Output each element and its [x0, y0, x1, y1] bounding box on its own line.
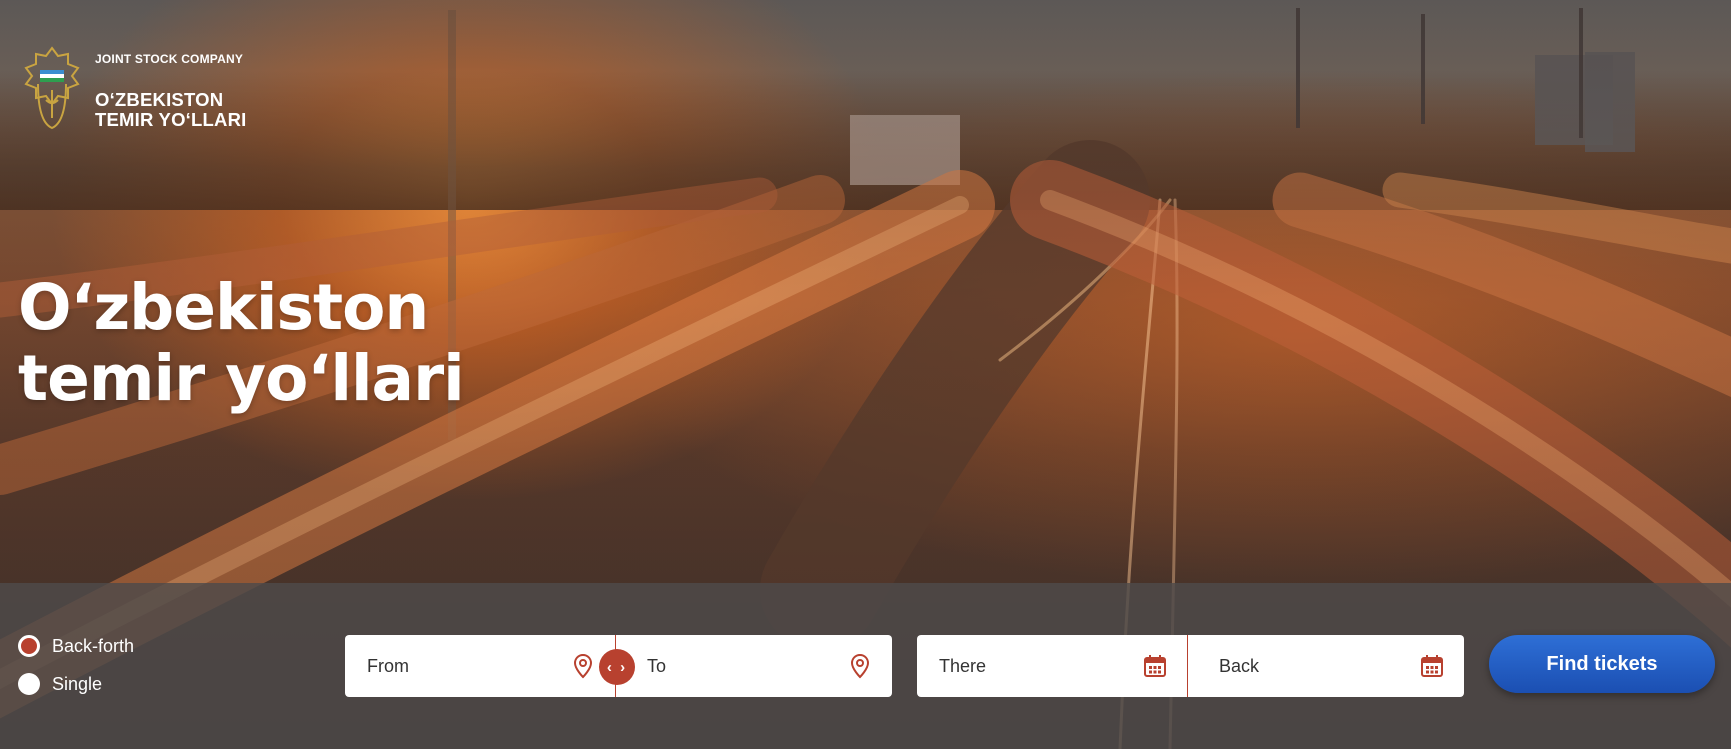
date-fields: There Back	[917, 635, 1464, 697]
from-label: From	[367, 655, 409, 676]
trip-type-back-forth[interactable]: Back-forth	[18, 635, 134, 657]
radio-checked-icon[interactable]	[18, 635, 40, 657]
calendar-icon	[1421, 655, 1443, 677]
map-pin-icon	[850, 653, 870, 679]
swap-arrows-icon: ‹ ›	[606, 658, 628, 676]
uzbekistan-railways-emblem-icon[interactable]	[18, 44, 86, 130]
to-label: To	[647, 655, 667, 676]
brand-tagline: JOINT STOCK COMPANY	[95, 52, 244, 66]
brand-name-line2: TEMIR YO‘LLARI	[95, 109, 247, 130]
trip-type-label: Back-forth	[52, 635, 135, 656]
hero-title-line2: temir yo‘llari	[18, 342, 465, 415]
trip-type-label: Single	[52, 673, 103, 694]
swap-route-button[interactable]: ‹ ›	[599, 649, 635, 685]
map-pin-icon	[573, 653, 593, 679]
radio-unchecked-icon[interactable]	[18, 673, 40, 695]
there-date-field[interactable]: There	[917, 635, 1187, 697]
hero-title-line1: O‘zbekiston	[18, 271, 429, 344]
brand-name-line1: O‘ZBEKISTON	[95, 89, 224, 110]
back-date-field[interactable]: Back	[1188, 635, 1464, 697]
back-label: Back	[1219, 655, 1260, 676]
hero-title: O‘zbekiston temir yo‘llari	[18, 271, 465, 415]
to-field[interactable]: To	[616, 635, 892, 697]
find-tickets-button[interactable]: Find tickets	[1489, 635, 1715, 693]
trip-type-single[interactable]: Single	[18, 673, 102, 695]
from-field[interactable]: From	[345, 635, 615, 697]
there-label: There	[939, 655, 987, 676]
calendar-icon	[1144, 655, 1166, 677]
brand-name[interactable]: O‘ZBEKISTON TEMIR YO‘LLARI	[95, 90, 247, 130]
